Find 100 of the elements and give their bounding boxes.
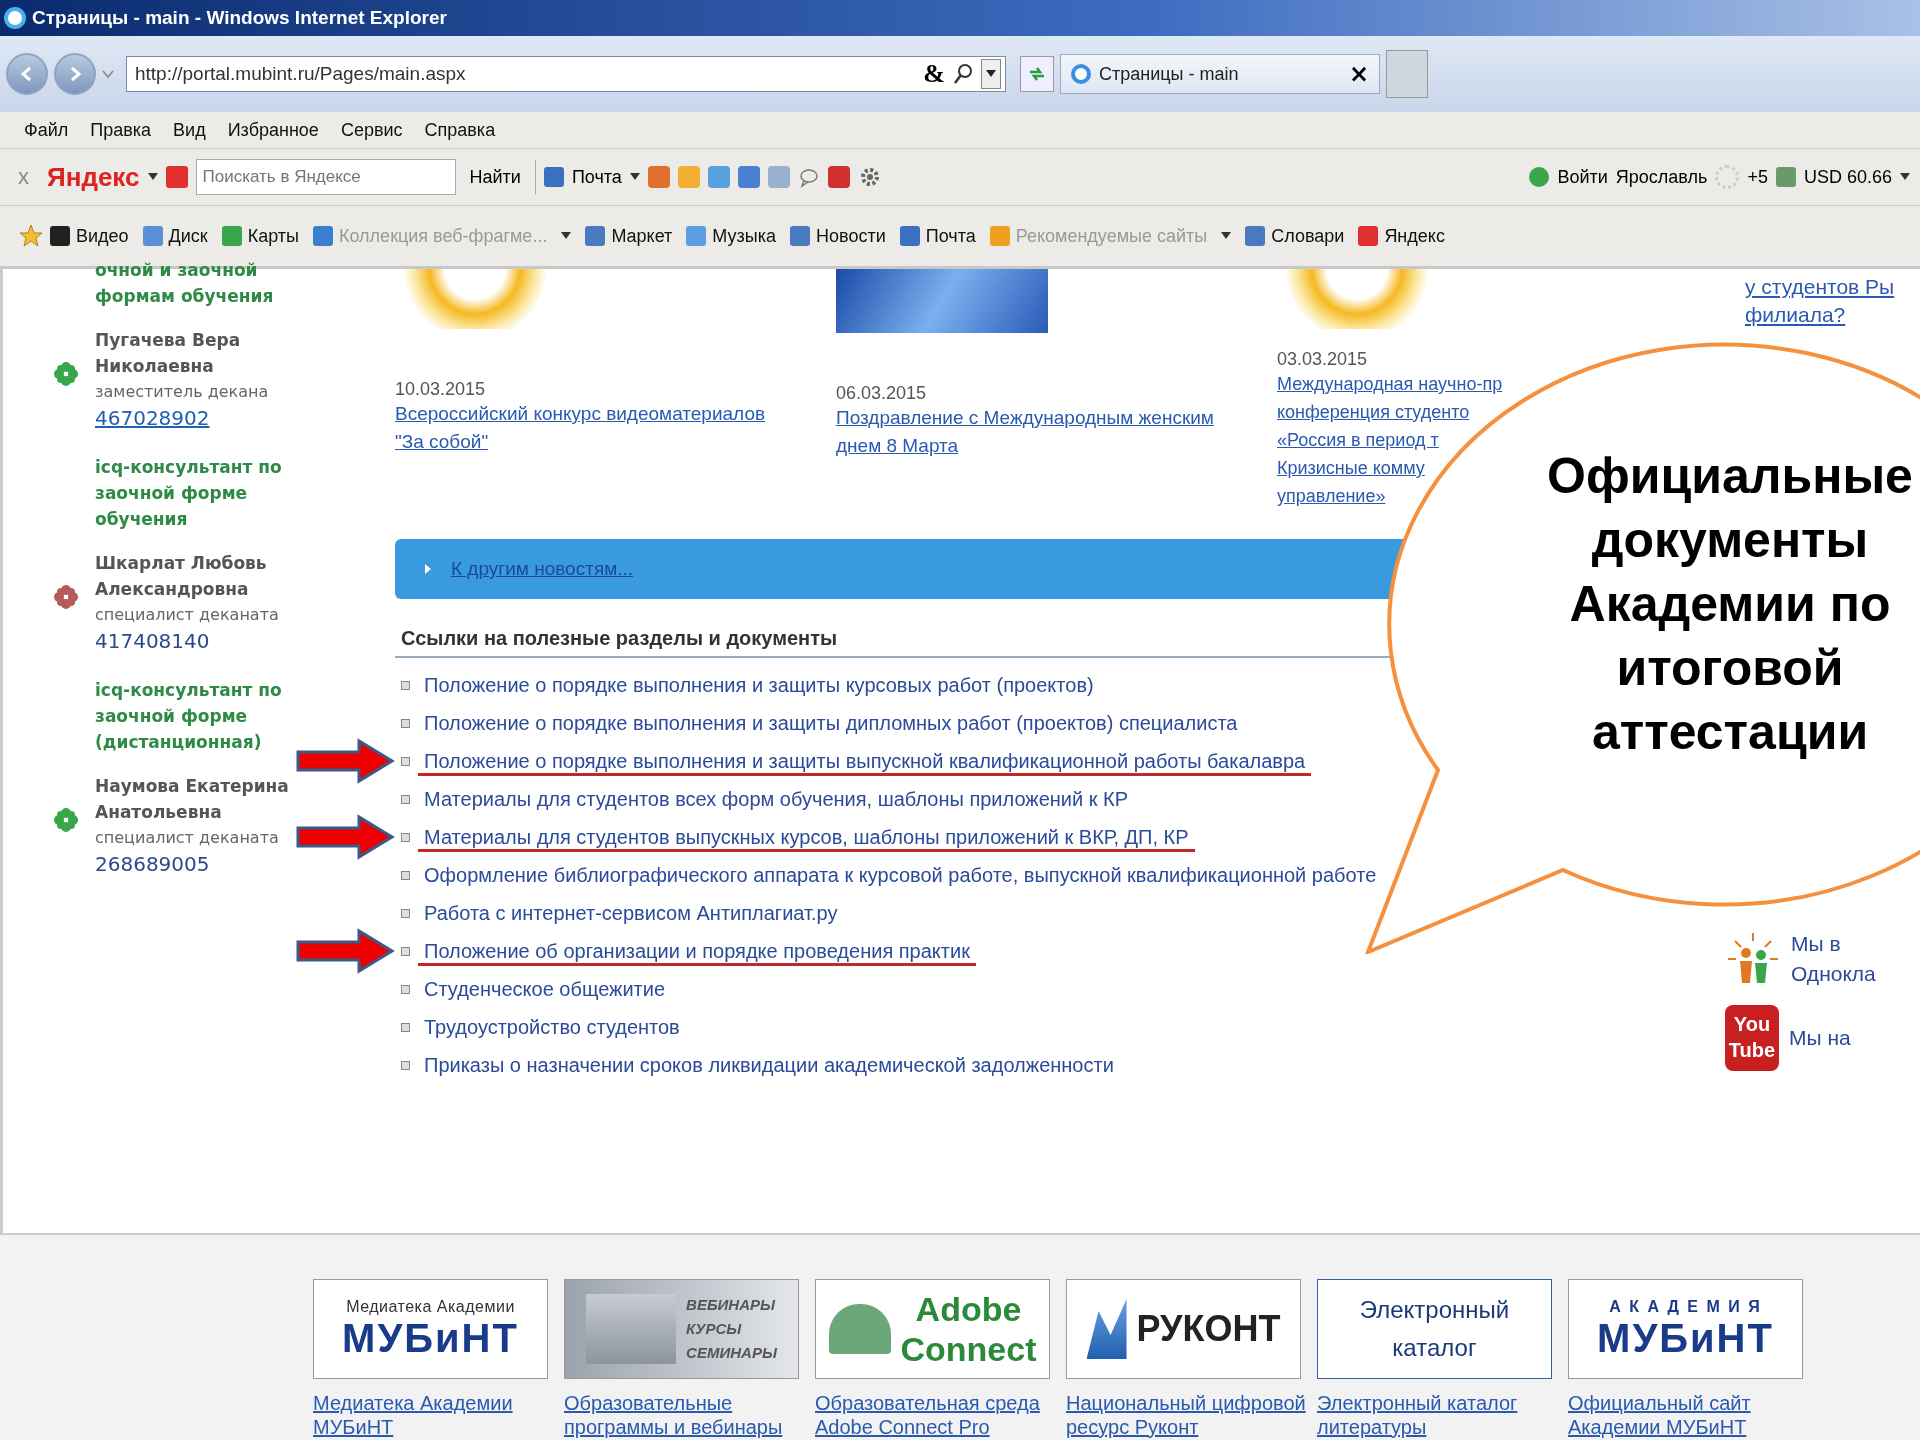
bookmark-icon[interactable] xyxy=(50,226,70,246)
forward-button[interactable] xyxy=(54,53,96,95)
document-link[interactable]: Положение о порядке выполнения и защиты курсовых работ (проектов) xyxy=(424,673,1094,697)
favorites-link[interactable]: Видео xyxy=(76,225,129,247)
toolbar-icon[interactable] xyxy=(707,166,730,188)
search-field[interactable]: Поискать в Яндексе xyxy=(195,159,456,195)
document-link[interactable]: Положение о порядке выполнения и защиты выпускной квалификационной работы бакалавра xyxy=(424,749,1306,773)
bookmark-icon[interactable] xyxy=(989,226,1010,246)
refresh-button[interactable] xyxy=(1020,56,1054,92)
banner-caption-link[interactable]: Официальный сайт Академии МУБиНТ xyxy=(1568,1391,1803,1439)
banner-link[interactable]: Электронный каталог xyxy=(1317,1279,1552,1379)
document-link[interactable]: Студенческое общежитие xyxy=(424,977,666,1001)
menu-item[interactable]: Вид xyxy=(173,119,206,141)
favorites-link[interactable]: Почта xyxy=(925,225,976,247)
toolbar-icon[interactable] xyxy=(647,166,670,188)
login-button[interactable]: Войти xyxy=(1557,166,1608,188)
callout-text: Официальные документы Академии по итоговой аттестации xyxy=(1546,447,1914,762)
yandex-logo[interactable]: Яндекс xyxy=(47,161,140,193)
icq-number: 268689005 xyxy=(95,851,211,878)
caret-icon[interactable] xyxy=(561,232,572,240)
document-link[interactable]: Материалы для студентов всех форм обучения, шаблоны приложений к КР xyxy=(424,787,1129,811)
bullet-icon xyxy=(401,756,410,766)
menu-item[interactable]: Справка xyxy=(424,119,496,141)
bullet-icon xyxy=(401,984,410,994)
banner-caption-link[interactable]: Медиатека Академии МУБиНТ xyxy=(313,1391,548,1439)
document-link[interactable]: Материалы для студентов выпускных курсов, шаблоны приложений к ВКР, ДП, КР xyxy=(424,825,1189,849)
bullet-icon xyxy=(401,946,410,956)
news-date: 06.03.2015 xyxy=(836,383,928,404)
news-image[interactable] xyxy=(836,269,1048,333)
news-link[interactable]: Всероссийский конкурс видеоматериалов "За собой" xyxy=(395,400,836,456)
toolbar-icon[interactable] xyxy=(737,166,760,188)
speech-bubble-icon[interactable] xyxy=(797,166,820,188)
browser-tab[interactable]: Страницы - main × xyxy=(1060,54,1380,94)
favorites-link[interactable]: Новости xyxy=(816,225,886,247)
bullet-icon xyxy=(401,718,410,728)
caret-icon[interactable] xyxy=(629,173,640,181)
bookmark-icon[interactable] xyxy=(1358,226,1379,246)
banner-link[interactable]: РУКОНТ xyxy=(1066,1279,1301,1379)
bullet-icon xyxy=(401,832,410,842)
bookmark-icon[interactable] xyxy=(686,226,707,246)
favorites-link[interactable]: Карты xyxy=(247,225,299,247)
close-tab-button[interactable]: × xyxy=(1348,60,1369,88)
social-link[interactable]: Мы на xyxy=(1789,1023,1851,1053)
banner-link[interactable]: А К А Д Е М И Я МУБиНТ xyxy=(1568,1279,1803,1379)
banner-caption-link[interactable]: Электронный каталог литературы xyxy=(1317,1391,1552,1439)
news-link[interactable]: Поздравление с Международным женским днем 8 Марта xyxy=(836,404,1277,460)
bullet-icon xyxy=(401,794,410,804)
banner-caption-link[interactable]: Образовательные программы и вебинары xyxy=(564,1391,799,1439)
favorites-link[interactable]: Яндекс xyxy=(1384,225,1445,247)
contact-name: Пугачева Вера Николаевна xyxy=(95,329,242,378)
bullet-icon xyxy=(401,1022,410,1032)
bookmark-icon[interactable] xyxy=(899,226,920,246)
toolbar-icon[interactable] xyxy=(767,166,790,188)
document-link[interactable]: Работа с интернет-сервисом Антиплагиат.ру xyxy=(424,901,838,925)
news-date: 03.03.2015 xyxy=(1277,349,1369,370)
bookmark-icon[interactable] xyxy=(585,226,606,246)
mail-button[interactable]: Почта xyxy=(571,166,622,188)
document-link[interactable]: Положение об организации и порядке проведения практик xyxy=(424,939,970,963)
favorites-link[interactable]: Маркет xyxy=(611,225,673,247)
menu-item[interactable]: Файл xyxy=(24,119,69,141)
caret-icon[interactable] xyxy=(1900,173,1910,181)
banner-link[interactable]: ВЕБИНАРЫ КУРСЫ СЕМИНАРЫ xyxy=(564,1279,799,1379)
caret-icon[interactable] xyxy=(147,173,158,181)
icq-number: 417408140 xyxy=(95,628,211,655)
favorites-link[interactable]: Музыка xyxy=(712,225,776,247)
bookmark-icon[interactable] xyxy=(790,226,810,246)
new-tab-button[interactable] xyxy=(1386,50,1428,98)
banner-link[interactable]: Медиатека Академии МУБиНТ xyxy=(313,1279,548,1379)
city-label[interactable]: Ярославль xyxy=(1615,166,1708,188)
search-button[interactable]: Найти xyxy=(463,162,527,192)
news-link[interactable]: у студентов Ры филиала? xyxy=(1745,273,1920,329)
currency-button[interactable]: USD 60.66 xyxy=(1803,166,1892,188)
toolbar-icon[interactable] xyxy=(827,166,850,188)
document-link[interactable]: Положение о порядке выполнения и защиты дипломных работ (проектов) специалиста xyxy=(424,711,1238,735)
banner-caption-link[interactable]: Образовательная среда Adobe Connect Pro xyxy=(815,1391,1050,1439)
favorites-link[interactable]: Диск xyxy=(168,225,208,247)
bullet-icon xyxy=(401,908,410,918)
banner-link[interactable]: Adobe Connect xyxy=(815,1279,1050,1379)
bullet-icon xyxy=(401,1060,410,1070)
youtube-logo[interactable]: You Tube xyxy=(1725,1005,1779,1071)
bullet-arrow-icon xyxy=(425,564,431,574)
caret-icon[interactable] xyxy=(1221,232,1232,240)
social-link[interactable]: Мы в Однокла xyxy=(1791,929,1876,989)
icq-number[interactable]: 467028902 xyxy=(95,404,395,432)
bookmark-icon[interactable] xyxy=(1245,226,1266,246)
bookmark-icon[interactable] xyxy=(142,226,163,246)
favorites-link[interactable]: Словари xyxy=(1271,225,1345,247)
menu-item[interactable]: Правка xyxy=(90,119,152,141)
sidebar-heading: очной и заочной формам обучения xyxy=(95,259,275,308)
window-title: Страницы - main - Windows Internet Explorer xyxy=(32,7,447,29)
favorites-star-icon[interactable] xyxy=(18,223,44,249)
document-link[interactable]: Приказы о назначении сроков ликвидации академической задолженности xyxy=(424,1053,1114,1077)
document-link[interactable]: Трудоустройство студентов xyxy=(424,1015,680,1039)
menu-item[interactable]: Избранное xyxy=(227,119,319,141)
news-date: 10.03.2015 xyxy=(395,379,487,400)
weather-button[interactable]: +5 xyxy=(1747,166,1768,188)
bookmark-icon[interactable] xyxy=(221,226,242,246)
document-link[interactable]: Оформление библиографического аппарата к курсовой работе, выпускной квалификационной работе xyxy=(424,863,1377,887)
menu-item[interactable]: Сервис xyxy=(340,119,403,141)
back-button[interactable] xyxy=(6,53,48,95)
